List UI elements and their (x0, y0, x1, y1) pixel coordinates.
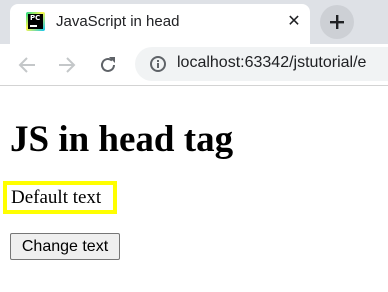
pycharm-icon: PC (26, 12, 45, 31)
back-arrow-icon (18, 57, 35, 73)
back-button[interactable] (16, 54, 38, 76)
browser-toolbar: localhost:63342/jstutorial/e (0, 44, 388, 86)
change-text-button[interactable]: Change text (10, 233, 120, 260)
tab-strip: PC JavaScript in head ✕ (0, 0, 388, 44)
reload-icon (101, 57, 115, 72)
close-icon[interactable]: ✕ (283, 10, 305, 32)
info-icon[interactable] (150, 56, 166, 72)
plus-icon (330, 15, 344, 29)
forward-arrow-icon (59, 57, 76, 73)
tab-title: JavaScript in head (56, 13, 180, 30)
new-tab-button[interactable] (320, 5, 354, 39)
address-bar[interactable]: localhost:63342/jstutorial/e (135, 47, 388, 81)
page-heading: JS in head tag (10, 119, 234, 160)
forward-button[interactable] (56, 54, 78, 76)
favicon-label: PC (30, 14, 41, 22)
reload-button[interactable] (97, 54, 119, 76)
url-text[interactable]: localhost:63342/jstutorial/e (177, 54, 366, 72)
browser-tab[interactable]: PC JavaScript in head ✕ (10, 4, 310, 44)
text-box: Default text (3, 181, 117, 214)
